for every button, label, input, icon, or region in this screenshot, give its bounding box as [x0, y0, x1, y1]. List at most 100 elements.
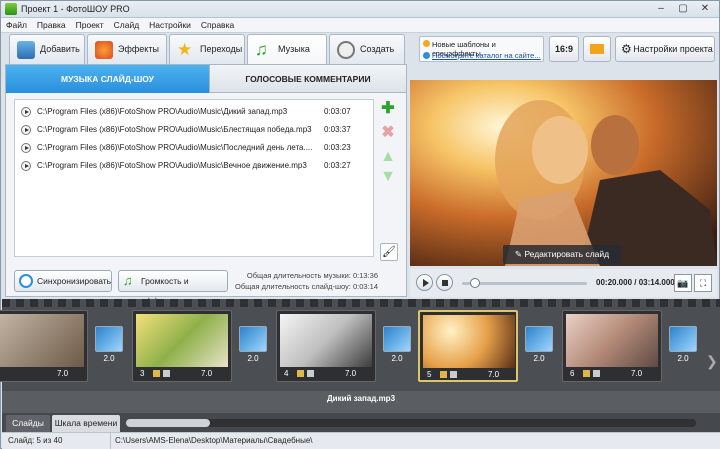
list-item[interactable]: C:\Program Files (x86)\FotoShow PRO\Audi… — [19, 104, 369, 120]
film-reel-icon — [337, 41, 355, 59]
brush-icon[interactable]: 🖌 — [380, 243, 398, 261]
transition-thumb[interactable]: 2.0 — [238, 326, 268, 368]
catalog-link[interactable]: Посмотрите каталог на сайте... — [432, 51, 541, 60]
tab-create-label: Создать — [360, 44, 395, 54]
menu-help[interactable]: Справка — [196, 18, 239, 32]
project-settings-button[interactable]: ⚙ Настройки проекта — [615, 36, 715, 62]
time-readout: 00:20.000 / 03:14.000 — [596, 278, 675, 287]
music-track-bar[interactable]: Дикий запад.mp3 — [2, 391, 720, 413]
play-track-icon[interactable] — [21, 143, 31, 153]
scroll-right-icon[interactable]: ❯ — [706, 353, 718, 370]
edit-slide-icon[interactable] — [583, 370, 590, 377]
sound-icon[interactable] — [307, 370, 314, 377]
play-track-icon[interactable] — [21, 161, 31, 171]
slide-image — [423, 315, 515, 368]
preview-photo — [410, 80, 717, 266]
tab-transitions[interactable]: ★ Переходы — [169, 34, 245, 64]
slide-number: 5 — [427, 370, 432, 379]
transition-icon — [383, 326, 411, 352]
title-bar: Проект 1 - ФотоШОУ PRO ‒ ▢ ✕ — [1, 1, 719, 18]
slide-thumbnail[interactable]: 6 7.0 — [562, 310, 662, 382]
tab-add[interactable]: Добавить — [9, 34, 85, 64]
music-panel: МУЗЫКА СЛАЙД-ШОУ ГОЛОСОВЫЕ КОММЕНТАРИИ C… — [5, 64, 407, 306]
aspect-ratio-button[interactable]: 16:9 — [549, 36, 579, 62]
remove-track-icon[interactable]: ✖ — [378, 123, 398, 143]
transition-duration: 2.0 — [533, 354, 545, 363]
transition-icon — [95, 326, 123, 352]
tab-music[interactable]: ♫ Музыка — [247, 34, 327, 65]
transition-duration: 2.0 — [391, 354, 403, 363]
tab-slides[interactable]: Слайды — [6, 415, 50, 432]
stop-icon — [442, 280, 448, 286]
list-item[interactable]: C:\Program Files (x86)\FotoShow PRO\Audi… — [19, 140, 369, 156]
tab-slideshow-music[interactable]: МУЗЫКА СЛАЙД-ШОУ — [6, 65, 209, 93]
play-track-icon[interactable] — [21, 107, 31, 117]
film-perforation — [2, 299, 720, 307]
top-right-tools: Новые шаблоны и спецэффекты Посмотрите к… — [419, 36, 719, 64]
track-path: C:\Program Files (x86)\FotoShow PRO\Audi… — [37, 143, 313, 152]
photo-add-icon — [17, 41, 35, 59]
music-note-icon: ♫ — [255, 40, 268, 59]
menu-settings[interactable]: Настройки — [144, 18, 196, 32]
list-item[interactable]: C:\Program Files (x86)\FotoShow PRO\Audi… — [19, 122, 369, 138]
tab-transitions-label: Переходы — [200, 44, 243, 54]
tab-music-label: Музыка — [278, 44, 310, 54]
transition-thumb[interactable]: 2.0 — [382, 326, 412, 368]
volume-effects-button[interactable]: ♫ Громкость и эффекты — [118, 270, 228, 306]
minimize-button[interactable]: ‒ — [651, 2, 671, 16]
transition-duration: 2.0 — [677, 354, 689, 363]
move-down-icon[interactable]: ▼ — [378, 167, 398, 187]
stop-button[interactable] — [436, 274, 453, 291]
tab-effects[interactable]: Эффекты — [87, 34, 167, 64]
fullscreen-icon[interactable]: ⛶ — [694, 274, 712, 292]
menu-project[interactable]: Проект — [71, 18, 109, 32]
slide-number: 4 — [284, 369, 289, 378]
edit-slide-icon[interactable] — [153, 370, 160, 377]
menu-edit[interactable]: Правка — [32, 18, 71, 32]
transition-thumb[interactable]: 2.0 — [668, 326, 698, 368]
menu-file[interactable]: Файл — [1, 18, 32, 32]
move-up-icon[interactable]: ▲ — [378, 147, 398, 167]
list-item[interactable]: C:\Program Files (x86)\FotoShow PRO\Audi… — [19, 158, 369, 174]
play-track-icon[interactable] — [21, 125, 31, 135]
sound-icon[interactable] — [450, 371, 457, 378]
transition-thumb[interactable]: 2.0 — [524, 326, 554, 368]
snapshot-camera-icon[interactable]: 📷 — [674, 274, 692, 292]
sound-icon[interactable] — [163, 370, 170, 377]
track-duration: 0:03:23 — [324, 143, 351, 152]
horizontal-scrollbar[interactable] — [126, 419, 696, 427]
sync-button[interactable]: Синхронизировать — [14, 270, 112, 292]
edit-slide-icon[interactable] — [440, 371, 447, 378]
slide-number: 3 — [140, 369, 145, 378]
transition-thumb[interactable]: 2.0 — [94, 326, 124, 368]
view-tabs: Слайды Шкала времени — [2, 413, 720, 432]
slide-thumbnail[interactable]: 3 7.0 — [132, 310, 232, 382]
menu-bar: Файл Правка Проект Слайд Настройки Справка — [1, 18, 719, 33]
slide-thumbnail-selected[interactable]: 5 7.0 — [418, 310, 518, 382]
tab-timeline[interactable]: Шкала времени — [52, 415, 120, 432]
maximize-button[interactable]: ▢ — [673, 2, 693, 16]
edit-slide-icon[interactable] — [297, 370, 304, 377]
tab-create[interactable]: Создать — [329, 34, 405, 64]
menu-slide[interactable]: Слайд — [109, 18, 145, 32]
seek-bar[interactable] — [462, 282, 587, 285]
transition-icon — [669, 326, 697, 352]
slide-thumbnail[interactable]: 7.0 — [0, 310, 88, 382]
edit-slide-button[interactable]: ✎ Редактировать слайд — [503, 245, 621, 264]
play-button[interactable] — [416, 274, 433, 291]
add-track-icon[interactable]: ✚ — [378, 99, 398, 119]
slide-number: 6 — [570, 369, 575, 378]
seek-handle[interactable] — [469, 278, 480, 288]
player-controls: 00:20.000 / 03:14.000 📷 ⛶ — [410, 269, 717, 297]
music-track-label: Дикий запад.mp3 — [326, 394, 396, 403]
transition-icon — [239, 326, 267, 352]
slide-image — [0, 314, 84, 367]
tab-voice-comments[interactable]: ГОЛОСОВЫЕ КОММЕНТАРИИ — [209, 65, 406, 93]
slide-strip: ❮ ❯ 7.0 2.0 3 7.0 2.0 4 7.0 2.0 5 — [0, 299, 720, 391]
close-button[interactable]: ✕ — [695, 2, 715, 16]
theme-button[interactable] — [583, 36, 611, 62]
scrollbar-thumb[interactable] — [126, 419, 210, 427]
promo-box: Новые шаблоны и спецэффекты Посмотрите к… — [419, 36, 544, 62]
slide-thumbnail[interactable]: 4 7.0 — [276, 310, 376, 382]
sound-icon[interactable] — [593, 370, 600, 377]
